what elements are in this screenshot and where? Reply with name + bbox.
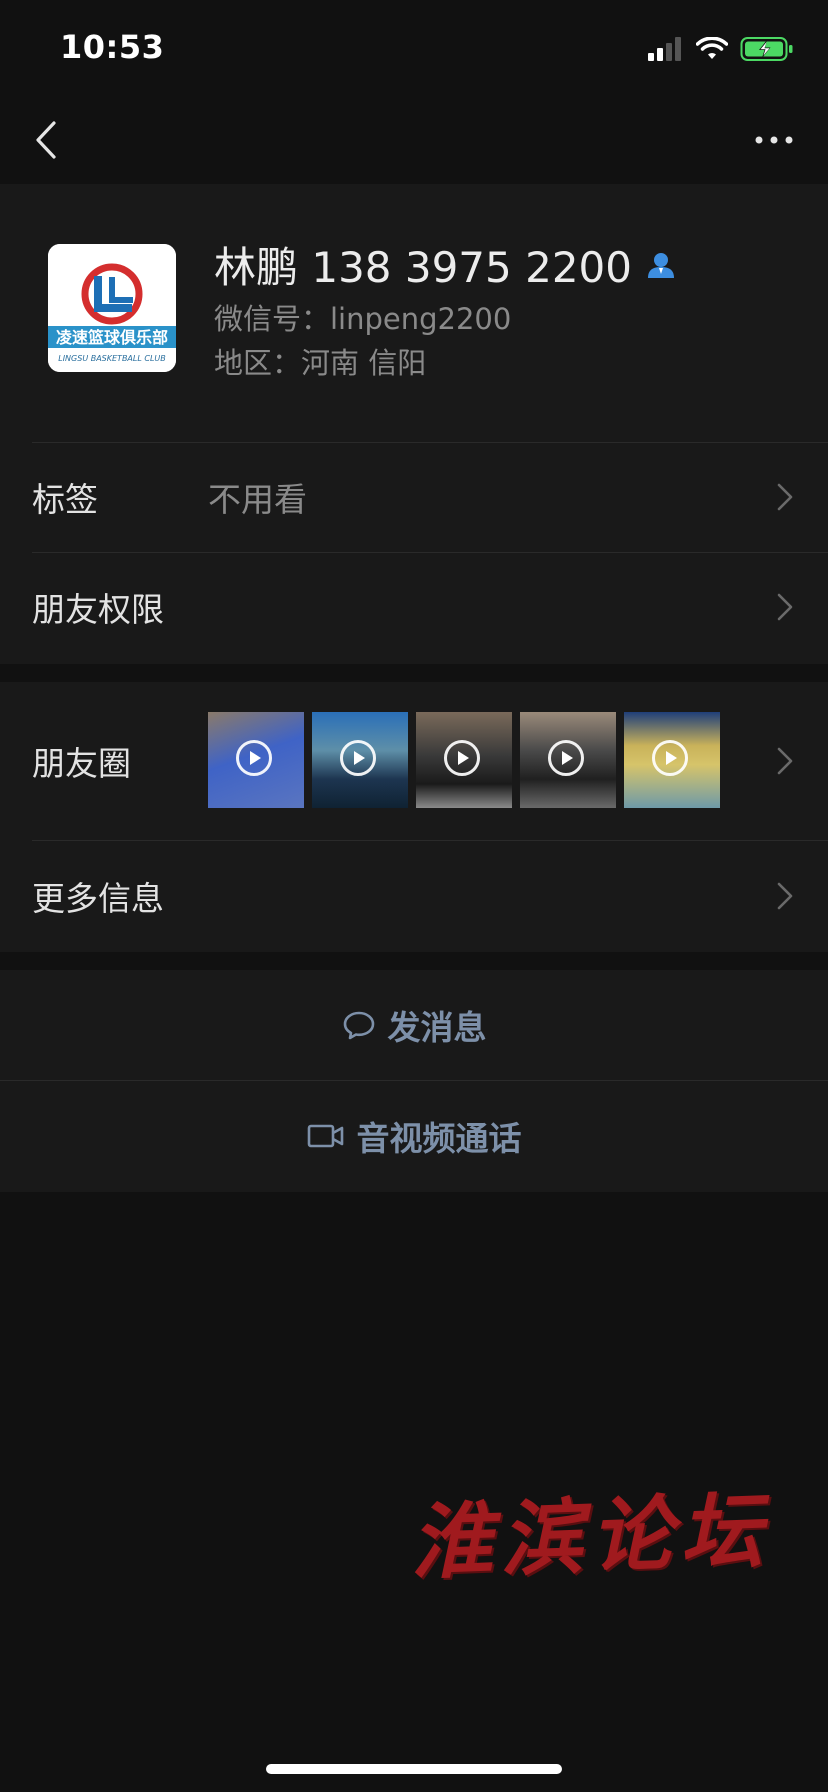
moments-thumbnails bbox=[208, 712, 720, 808]
moment-thumbnail[interactable] bbox=[520, 712, 616, 808]
status-time: 10:53 bbox=[60, 28, 165, 66]
play-icon bbox=[236, 740, 272, 776]
forum-watermark: 淮滨论坛 bbox=[408, 1482, 772, 1592]
video-call-button[interactable]: 音视频通话 bbox=[0, 1080, 828, 1192]
chevron-right-icon bbox=[777, 483, 793, 511]
more-info-row[interactable]: 更多信息 bbox=[0, 840, 828, 952]
avatar-logo-subtext: LINGSU BASKETBALL CLUB bbox=[58, 354, 166, 363]
profile-header: 凌速篮球俱乐部 LINGSU BASKETBALL CLUB 林鹏 138 39… bbox=[0, 184, 828, 442]
contact-person-icon bbox=[648, 252, 674, 278]
wifi-icon bbox=[696, 37, 728, 59]
avatar-logo-text: 凌速篮球俱乐部 bbox=[56, 328, 168, 347]
nav-bar bbox=[0, 96, 828, 184]
status-icons bbox=[648, 36, 794, 62]
moment-thumbnail[interactable] bbox=[416, 712, 512, 808]
avatar[interactable]: 凌速篮球俱乐部 LINGSU BASKETBALL CLUB bbox=[48, 244, 176, 372]
chevron-right-icon bbox=[777, 747, 793, 775]
play-icon bbox=[652, 740, 688, 776]
club-logo-icon: 凌速篮球俱乐部 LINGSU BASKETBALL CLUB bbox=[48, 244, 176, 372]
chevron-left-icon bbox=[36, 121, 56, 159]
battery-charging-icon bbox=[740, 37, 793, 61]
moments-row[interactable]: 朋友圈 bbox=[0, 682, 828, 840]
moment-thumbnail[interactable] bbox=[208, 712, 304, 808]
profile-name-text: 林鹏 138 3975 2200 bbox=[214, 243, 632, 292]
tags-row[interactable]: 标签 不用看 bbox=[0, 442, 828, 552]
moments-label: 朋友圈 bbox=[32, 744, 131, 783]
more-info-label: 更多信息 bbox=[32, 879, 164, 918]
play-icon bbox=[548, 740, 584, 776]
chevron-right-icon bbox=[777, 882, 793, 910]
more-horizontal-icon bbox=[755, 136, 793, 144]
back-button[interactable] bbox=[26, 116, 66, 164]
wechat-id: 微信号：linpeng2200 bbox=[214, 302, 512, 336]
profile-name: 林鹏 138 3975 2200 bbox=[214, 234, 676, 295]
video-camera-icon bbox=[307, 1124, 343, 1148]
play-icon bbox=[444, 740, 480, 776]
send-message-button[interactable]: 发消息 bbox=[0, 970, 828, 1080]
permissions-label: 朋友权限 bbox=[32, 590, 164, 629]
chat-bubble-icon bbox=[343, 1011, 374, 1040]
region: 地区：河南 信阳 bbox=[214, 346, 427, 380]
tags-label: 标签 bbox=[32, 480, 98, 519]
settings-section: 标签 不用看 朋友权限 bbox=[0, 442, 828, 664]
video-call-label: 音视频通话 bbox=[356, 1119, 522, 1158]
permissions-row[interactable]: 朋友权限 bbox=[0, 552, 828, 662]
home-indicator[interactable] bbox=[266, 1764, 562, 1774]
chevron-right-icon bbox=[777, 593, 793, 621]
play-icon bbox=[340, 740, 376, 776]
tags-value: 不用看 bbox=[208, 480, 307, 519]
social-section: 朋友圈 更多信息 bbox=[0, 682, 828, 952]
actions-section: 发消息 音视频通话 bbox=[0, 970, 828, 1192]
cellular-signal-icon bbox=[648, 37, 681, 61]
moment-thumbnail[interactable] bbox=[624, 712, 720, 808]
moment-thumbnail[interactable] bbox=[312, 712, 408, 808]
status-bar: 10:53 bbox=[0, 0, 828, 96]
more-options-button[interactable] bbox=[750, 116, 798, 164]
send-message-label: 发消息 bbox=[387, 1008, 487, 1047]
